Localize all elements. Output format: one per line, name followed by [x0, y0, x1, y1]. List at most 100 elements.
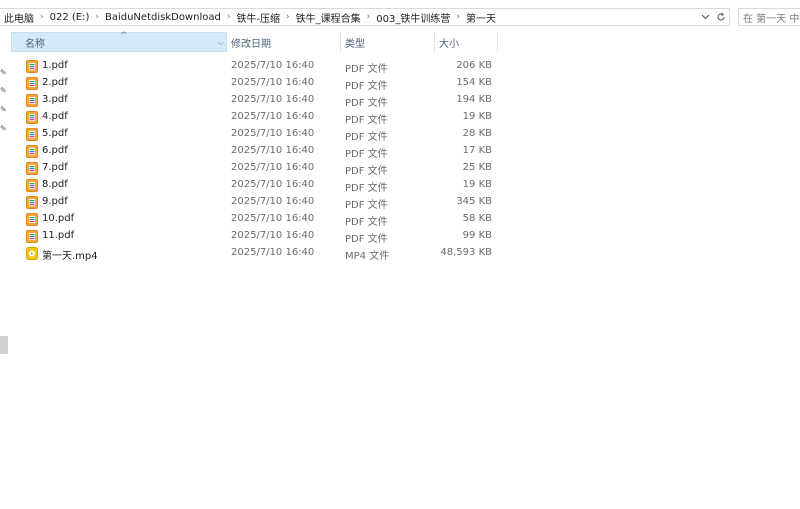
- file-size: 17 KB: [462, 145, 492, 156]
- pdf-icon: [26, 230, 38, 243]
- breadcrumb-course-collection[interactable]: 铁牛_课程合集: [296, 10, 361, 25]
- file-size: 206 KB: [456, 60, 492, 71]
- file-name[interactable]: 第一天.mp4: [42, 247, 98, 262]
- file-modified: 2025/7/10 16:40: [231, 247, 315, 258]
- breadcrumb-drive[interactable]: 022 (E:): [50, 12, 90, 23]
- column-header-size-label: 大小: [439, 38, 459, 50]
- file-row[interactable]: 9.pdf 2025/7/10 16:40 PDF 文件 345 KB: [22, 194, 498, 211]
- column-header-name-label: 名称: [25, 38, 45, 50]
- file-name[interactable]: 4.pdf: [42, 111, 68, 122]
- file-row[interactable]: 5.pdf 2025/7/10 16:40 PDF 文件 28 KB: [22, 126, 498, 143]
- pdf-icon: [26, 77, 38, 90]
- file-size: 99 KB: [462, 230, 492, 241]
- address-bar[interactable]: 此电脑 › 022 (E:) › BaiduNetdiskDownload › …: [0, 8, 730, 26]
- file-row[interactable]: 11.pdf 2025/7/10 16:40 PDF 文件 99 KB: [22, 228, 498, 245]
- file-name[interactable]: 5.pdf: [42, 128, 68, 139]
- file-name[interactable]: 6.pdf: [42, 145, 68, 156]
- column-header-modified-label: 修改日期: [231, 38, 271, 50]
- file-name[interactable]: 9.pdf: [42, 196, 68, 207]
- file-modified: 2025/7/10 16:40: [231, 111, 315, 122]
- file-type: PDF 文件: [345, 166, 388, 177]
- refresh-icon[interactable]: [715, 10, 727, 24]
- file-name[interactable]: 7.pdf: [42, 162, 68, 173]
- file-modified: 2025/7/10 16:40: [231, 60, 315, 71]
- file-row[interactable]: 1.pdf 2025/7/10 16:40 PDF 文件 206 KB: [22, 58, 498, 75]
- sort-ascending-icon: ^: [120, 31, 128, 41]
- breadcrumb-separator-icon[interactable]: ›: [40, 12, 44, 22]
- file-name[interactable]: 10.pdf: [42, 213, 74, 224]
- search-input[interactable]: 在 第一天 中搜: [738, 8, 800, 26]
- file-size: 154 KB: [456, 77, 492, 88]
- file-type: PDF 文件: [345, 149, 388, 160]
- file-modified: 2025/7/10 16:40: [231, 94, 315, 105]
- file-row[interactable]: 第一天.mp4 2025/7/10 16:40 MP4 文件 48,593 KB: [22, 245, 498, 262]
- pin-icon[interactable]: ✎: [0, 125, 8, 133]
- file-size: 58 KB: [462, 213, 492, 224]
- file-type: PDF 文件: [345, 217, 388, 228]
- file-name[interactable]: 11.pdf: [42, 230, 74, 241]
- column-header-type[interactable]: 类型: [341, 32, 435, 52]
- file-type: PDF 文件: [345, 183, 388, 194]
- file-size: 19 KB: [462, 179, 492, 190]
- file-type: MP4 文件: [345, 251, 390, 262]
- file-size: 25 KB: [462, 162, 492, 173]
- file-type: PDF 文件: [345, 132, 388, 143]
- breadcrumb-training-camp[interactable]: 003_铁牛训练营: [376, 10, 450, 25]
- file-modified: 2025/7/10 16:40: [231, 128, 315, 139]
- breadcrumb-separator-icon[interactable]: ›: [456, 12, 460, 22]
- pdf-icon: [26, 128, 38, 141]
- file-type: PDF 文件: [345, 81, 388, 92]
- file-row[interactable]: 10.pdf 2025/7/10 16:40 PDF 文件 58 KB: [22, 211, 498, 228]
- chevron-down-icon[interactable]: ⌵: [218, 38, 224, 48]
- column-header-modified[interactable]: 修改日期: [227, 32, 341, 52]
- file-name[interactable]: 1.pdf: [42, 60, 68, 71]
- breadcrumb-current-folder[interactable]: 第一天: [466, 10, 496, 25]
- file-name[interactable]: 8.pdf: [42, 179, 68, 190]
- navigation-pane-edge: [0, 336, 8, 354]
- file-row[interactable]: 3.pdf 2025/7/10 16:40 PDF 文件 194 KB: [22, 92, 498, 109]
- column-header-name[interactable]: 名称 ^ ⌵: [11, 31, 227, 52]
- file-size: 48,593 KB: [440, 247, 492, 258]
- pdf-icon: [26, 213, 38, 226]
- file-row[interactable]: 4.pdf 2025/7/10 16:40 PDF 文件 19 KB: [22, 109, 498, 126]
- pin-icon[interactable]: ✎: [0, 69, 8, 77]
- pin-icon[interactable]: ✎: [0, 106, 8, 114]
- pdf-icon: [26, 179, 38, 192]
- file-row[interactable]: 7.pdf 2025/7/10 16:40 PDF 文件 25 KB: [22, 160, 498, 177]
- file-type: PDF 文件: [345, 200, 388, 211]
- file-type: PDF 文件: [345, 98, 388, 109]
- file-row[interactable]: 8.pdf 2025/7/10 16:40 PDF 文件 19 KB: [22, 177, 498, 194]
- breadcrumb-this-pc[interactable]: 此电脑: [4, 10, 34, 25]
- file-modified: 2025/7/10 16:40: [231, 162, 315, 173]
- file-name[interactable]: 2.pdf: [42, 77, 68, 88]
- breadcrumb-compressed[interactable]: 铁牛-压缩: [236, 10, 280, 25]
- pdf-icon: [26, 111, 38, 124]
- pdf-icon: [26, 196, 38, 209]
- column-header-type-label: 类型: [345, 38, 365, 50]
- breadcrumb-separator-icon[interactable]: ›: [367, 12, 371, 22]
- file-size: 194 KB: [456, 94, 492, 105]
- pin-icon[interactable]: ✎: [0, 87, 8, 95]
- file-type: PDF 文件: [345, 64, 388, 75]
- file-row[interactable]: 2.pdf 2025/7/10 16:40 PDF 文件 154 KB: [22, 75, 498, 92]
- file-name[interactable]: 3.pdf: [42, 94, 68, 105]
- column-header-size[interactable]: 大小: [435, 32, 498, 52]
- file-type: PDF 文件: [345, 234, 388, 245]
- file-type: PDF 文件: [345, 115, 388, 126]
- file-modified: 2025/7/10 16:40: [231, 145, 315, 156]
- address-dropdown-icon[interactable]: [699, 10, 711, 24]
- video-icon: [26, 247, 38, 260]
- pdf-icon: [26, 162, 38, 175]
- breadcrumb-baidu[interactable]: BaiduNetdiskDownload: [105, 12, 221, 23]
- file-size: 19 KB: [462, 111, 492, 122]
- file-row[interactable]: 6.pdf 2025/7/10 16:40 PDF 文件 17 KB: [22, 143, 498, 160]
- pdf-icon: [26, 60, 38, 73]
- file-modified: 2025/7/10 16:40: [231, 179, 315, 190]
- breadcrumb-separator-icon[interactable]: ›: [95, 12, 99, 22]
- pdf-icon: [26, 94, 38, 107]
- breadcrumb-separator-icon[interactable]: ›: [227, 12, 231, 22]
- breadcrumb-separator-icon[interactable]: ›: [286, 12, 290, 22]
- file-size: 345 KB: [456, 196, 492, 207]
- file-size: 28 KB: [462, 128, 492, 139]
- file-modified: 2025/7/10 16:40: [231, 230, 315, 241]
